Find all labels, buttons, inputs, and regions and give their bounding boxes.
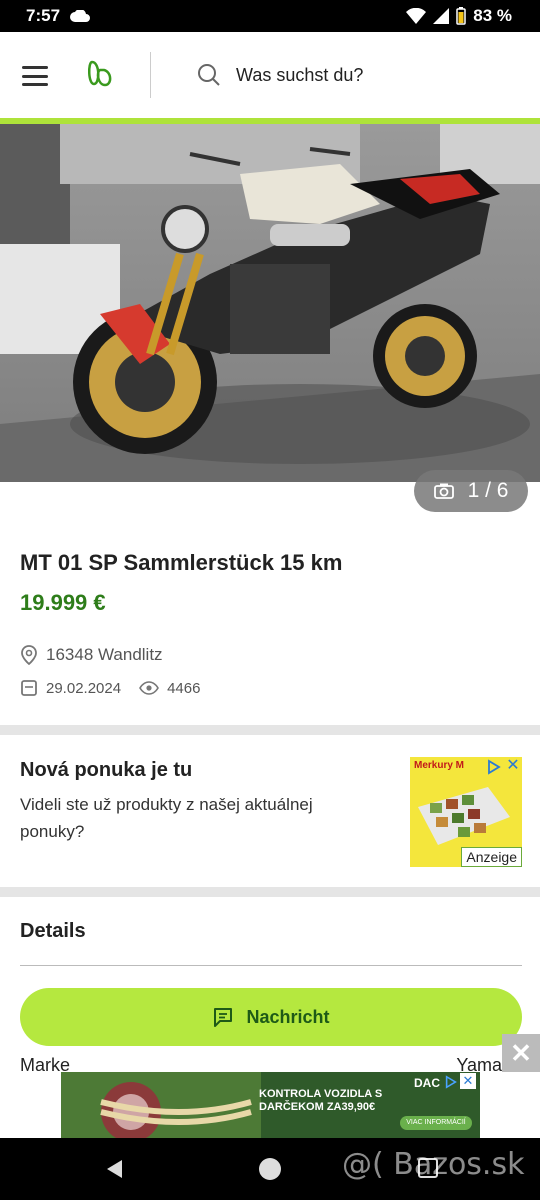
status-time: 7:57 xyxy=(26,6,61,25)
logo-icon[interactable] xyxy=(86,58,114,88)
header-divider xyxy=(150,52,151,98)
details-divider xyxy=(20,965,522,966)
ad-close-icon[interactable]: ✕ xyxy=(504,757,522,775)
listing-photo[interactable] xyxy=(0,124,540,482)
wifi-icon xyxy=(406,8,427,24)
camera-icon xyxy=(433,483,454,499)
signal-icon xyxy=(433,8,450,24)
date-views-row: 29.02.2024 4466 xyxy=(20,679,200,697)
section-separator xyxy=(0,887,540,897)
location-row: 16348 Wandlitz xyxy=(20,645,163,665)
banner-ad-close-icon[interactable]: ✕ xyxy=(460,1073,476,1089)
cloud-icon xyxy=(70,10,91,22)
chat-icon xyxy=(214,1008,233,1027)
menu-icon[interactable] xyxy=(22,66,48,86)
ad-choices-icon[interactable] xyxy=(486,759,502,775)
location-pin-icon xyxy=(21,645,37,665)
status-bar: 7:57 83 % xyxy=(0,0,540,32)
banner-ad-image[interactable]: KONTROLA VOZIDLA S DARČEKOM ZA39,90€ DAC… xyxy=(61,1072,480,1138)
banner-close-icon[interactable]: ✕ xyxy=(502,1034,540,1072)
message-button[interactable]: Nachricht xyxy=(20,988,522,1046)
banner-ad-choices-icon[interactable] xyxy=(444,1075,458,1089)
battery-percent: 83 % xyxy=(473,6,512,25)
ad-image[interactable]: Merkury M ✕ Anzeige xyxy=(410,757,522,867)
home-icon[interactable] xyxy=(259,1158,281,1180)
listing-location: 16348 Wandlitz xyxy=(46,645,163,664)
app-header: Was suchst du? xyxy=(0,32,540,118)
photo-counter[interactable]: 1 / 6 xyxy=(414,470,528,512)
banner-cta[interactable]: VIAC INFORMÁCIÍ xyxy=(400,1116,472,1130)
photo-counter-text: 1 / 6 xyxy=(467,479,509,502)
ad-title: Nová ponuka je tu xyxy=(20,759,193,781)
listing-price: 19.999 € xyxy=(20,590,106,615)
ad-label: Anzeige xyxy=(461,847,522,867)
details-title: Details xyxy=(20,920,86,942)
back-icon[interactable] xyxy=(104,1158,124,1180)
search-input[interactable]: Was suchst du? xyxy=(236,65,363,86)
ad-brand: Merkury M xyxy=(414,760,465,771)
banner-ad[interactable]: KONTROLA VOZIDLA S DARČEKOM ZA39,90€ DAC… xyxy=(0,1072,540,1138)
message-button-label: Nachricht xyxy=(246,1006,330,1027)
listing-date: 29.02.2024 xyxy=(46,679,122,697)
banner-text: KONTROLA VOZIDLA S DARČEKOM ZA39,90€ xyxy=(259,1088,383,1113)
banner-brand: DAC xyxy=(414,1076,440,1090)
listing-views: 4466 xyxy=(167,679,201,697)
ad-section[interactable]: Nová ponuka je tu Videli ste už produkty… xyxy=(0,735,540,887)
eye-icon xyxy=(139,681,160,695)
calendar-icon xyxy=(21,680,37,696)
section-separator xyxy=(0,725,540,735)
listing-title: MT 01 SP Sammlerstück 15 km xyxy=(20,550,343,575)
battery-icon xyxy=(456,7,466,25)
search-icon[interactable] xyxy=(197,63,221,87)
watermark: @( Bazos.sk xyxy=(342,1147,525,1182)
ad-text: Videli ste už produkty z našej aktuálnej… xyxy=(20,795,313,841)
